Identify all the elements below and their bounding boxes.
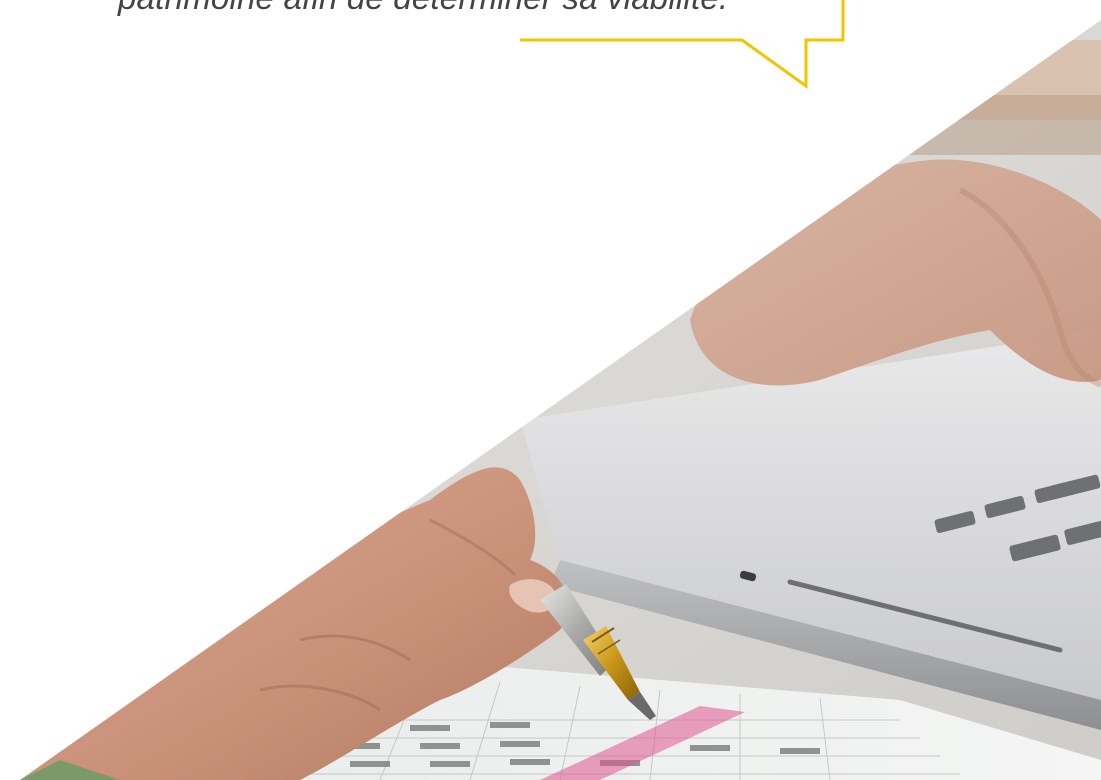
page: patrimoine afin de déterminer sa viabili… bbox=[0, 0, 1101, 780]
quote-text: patrimoine afin de déterminer sa viabili… bbox=[118, 0, 728, 18]
hands-pen-laptop-photo bbox=[20, 20, 1101, 780]
